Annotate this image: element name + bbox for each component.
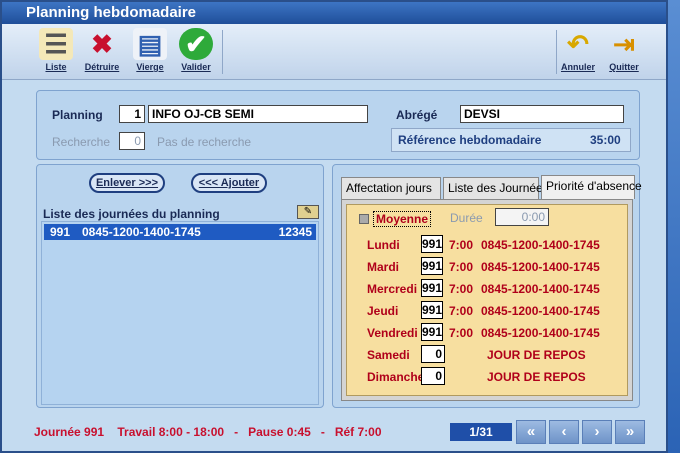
quitter-button[interactable]: ⇥ Quitter (602, 26, 646, 78)
reference-value: 35:00 (590, 133, 621, 147)
reference-label: Référence hebdomadaire (398, 133, 542, 147)
planning-name-field[interactable]: INFO OJ-CB SEMI (148, 105, 368, 123)
list-item[interactable]: 991 0845-1200-1400-1745 12345 (44, 224, 316, 240)
list-icon: ☰ (39, 28, 73, 60)
tab-content: Moyenne Durée 0:00 Lundi 991 7:00 0845-1200… (341, 199, 633, 401)
abrege-label: Abrégé (396, 108, 438, 122)
exit-door-icon: ⇥ (613, 29, 635, 59)
page-indicator: 1/31 (450, 423, 512, 441)
tabs-panel: Affectation jours Liste des Journées Pri… (332, 164, 642, 408)
recherche-label: Recherche (52, 135, 111, 149)
planning-window: Planning hebdomadaire ☰ Liste ✖ Détruire ▤… (0, 0, 668, 453)
vierge-button[interactable]: ▤ Vierge (128, 26, 172, 78)
journees-list-header: Liste des journées du planning (43, 207, 220, 221)
tab-priorite-absence[interactable]: Priorité d'absence (541, 175, 642, 199)
previous-page-button[interactable]: ‹ (549, 420, 579, 444)
tab-affectation-jours[interactable]: Affectation jours (341, 177, 441, 199)
ajouter-button[interactable]: <<< Ajouter (191, 173, 267, 193)
window-title: Planning hebdomadaire (2, 2, 666, 24)
chevron-right-icon: › (594, 423, 600, 440)
detruire-button[interactable]: ✖ Détruire (80, 26, 124, 78)
planning-number-field[interactable]: 1 (119, 105, 145, 123)
duree-field[interactable]: 0:00 (495, 208, 549, 226)
status-bar-text: Journée 991 Travail 8:00 - 18:00 - Pause… (22, 422, 434, 442)
edit-pencil-icon[interactable]: ✎ (297, 205, 319, 219)
toolbar: ☰ Liste ✖ Détruire ▤ Vierge ✔ Valider ↶ Annul… (2, 24, 666, 80)
first-page-button[interactable]: « (516, 420, 546, 444)
chevron-left-icon: ‹ (561, 423, 567, 440)
recherche-field[interactable]: 0 (119, 132, 145, 150)
undo-icon: ↶ (567, 29, 589, 59)
next-page-button[interactable]: › (582, 420, 612, 444)
toolbar-divider (222, 30, 223, 74)
planning-label: Planning (52, 108, 103, 122)
moyenne-label: Moyenne (373, 211, 432, 227)
enlever-button[interactable]: Enlever >>> (89, 173, 165, 193)
abrege-field[interactable]: DEVSI (460, 105, 624, 123)
duree-label: Durée (450, 211, 483, 225)
annuler-button[interactable]: ↶ Annuler (556, 26, 600, 78)
recherche-text: Pas de recherche (157, 135, 252, 149)
header-form-panel: Planning 1 INFO OJ-CB SEMI Abrégé DEVSI … (36, 90, 640, 160)
double-chevron-left-icon: « (526, 423, 536, 440)
journees-panel: Enlever >>> <<< Ajouter Liste des journé… (36, 164, 324, 408)
blank-form-icon: ▤ (133, 28, 167, 60)
moyenne-checkbox[interactable] (359, 214, 369, 224)
double-chevron-right-icon: » (625, 423, 635, 440)
journees-list[interactable]: 991 0845-1200-1400-1745 12345 (41, 221, 319, 405)
valider-button[interactable]: ✔ Valider (174, 26, 218, 78)
check-icon: ✔ (179, 28, 213, 60)
reference-box: Référence hebdomadaire 35:00 (391, 128, 631, 152)
affectation-panel: Moyenne Durée 0:00 Lundi 991 7:00 0845-1200… (346, 204, 628, 396)
tab-liste-journees[interactable]: Liste des Journées (443, 177, 549, 199)
last-page-button[interactable]: » (615, 420, 645, 444)
liste-button[interactable]: ☰ Liste (34, 26, 78, 78)
delete-icon: ✖ (91, 29, 113, 59)
